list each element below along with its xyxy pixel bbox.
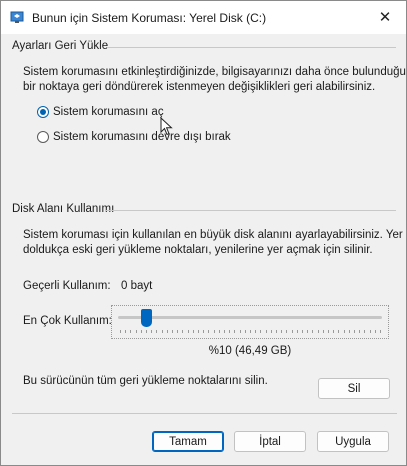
restore-description-2: bir noktaya geri döndürerek istenmeyen d… — [23, 81, 376, 93]
mouse-cursor-icon — [160, 117, 173, 136]
radio-on-label[interactable]: Sistem korumasını aç — [53, 106, 164, 118]
slider-tick — [198, 330, 199, 333]
slider-tick — [317, 330, 319, 333]
disk-description-1: Sistem koruması için kullanılan en büyük… — [23, 229, 403, 241]
slider-tick — [161, 330, 163, 333]
group-divider — [105, 210, 396, 211]
slider-tick — [192, 330, 194, 333]
slider-tick — [307, 330, 309, 333]
system-protection-icon — [10, 11, 24, 23]
slider-tick — [260, 330, 262, 333]
group-divider — [107, 47, 396, 48]
disk-usage-label: Disk Alanı Kullanımı — [12, 203, 115, 215]
slider-tick — [177, 330, 179, 333]
slider-tick — [296, 330, 298, 333]
cancel-button[interactable]: İptal — [234, 431, 306, 452]
slider-tick — [146, 330, 147, 333]
slider-tick — [130, 330, 132, 333]
restore-settings-label: Ayarları Geri Yükle — [12, 40, 109, 52]
slider-tick — [125, 330, 127, 333]
footer-divider — [12, 413, 397, 414]
window-title: Bunun için Sistem Koruması: Yerel Disk (… — [32, 11, 267, 25]
slider-tick — [255, 330, 257, 333]
current-usage-value: 0 bayt — [121, 280, 153, 292]
slider-tick — [182, 330, 184, 333]
cancel-button-label: İptal — [259, 435, 281, 448]
slider-tick — [234, 330, 236, 333]
apply-button[interactable]: Uygula — [317, 431, 389, 452]
slider-tick — [213, 330, 215, 333]
slider-tick — [343, 330, 345, 333]
delete-button[interactable]: Sil — [318, 378, 390, 399]
title-bar: Bunun için Sistem Koruması: Yerel Disk (… — [1, 1, 406, 34]
system-protection-dialog: Bunun için Sistem Koruması: Yerel Disk (… — [0, 0, 407, 466]
delete-points-text: Bu sürücünün tüm geri yükleme noktaların… — [23, 375, 268, 387]
close-icon: ✕ — [378, 9, 392, 26]
slider-tick — [156, 330, 158, 333]
slider-tick — [322, 330, 324, 333]
delete-button-label: Sil — [347, 382, 361, 395]
slider-tick — [187, 330, 189, 333]
slider-tick — [291, 330, 293, 333]
slider-ticks — [120, 330, 381, 334]
slider-tick — [359, 330, 361, 333]
slider-tick — [135, 330, 137, 333]
radio-disable-protection[interactable]: Sistem korumasını devre dışı bırak — [37, 131, 231, 143]
ok-button-label: Tamam — [169, 435, 207, 448]
slider-tick — [239, 330, 241, 333]
close-button[interactable]: ✕ — [370, 3, 400, 31]
slider-tick — [281, 330, 283, 333]
apply-button-label: Uygula — [335, 435, 371, 448]
max-usage-slider[interactable] — [111, 305, 389, 339]
slider-tick — [203, 330, 205, 333]
slider-readout: %10 (46,49 GB) — [208, 345, 292, 357]
radio-off-label[interactable]: Sistem korumasını devre dışı bırak — [53, 131, 231, 143]
radio-enable-protection[interactable]: Sistem korumasını aç — [37, 106, 164, 118]
radio-off-indicator[interactable] — [37, 131, 49, 143]
slider-tick — [380, 330, 381, 333]
slider-tick — [354, 330, 355, 333]
current-usage-label: Geçerli Kullanım: — [23, 280, 111, 292]
slider-tick — [140, 330, 142, 333]
slider-tick — [364, 330, 366, 333]
disk-description-2: doldukça eski geri yükleme noktaları, ye… — [23, 244, 373, 256]
slider-track[interactable] — [118, 316, 382, 319]
slider-tick — [224, 330, 225, 333]
slider-tick — [229, 330, 231, 333]
slider-tick — [312, 330, 314, 333]
slider-tick — [348, 330, 350, 333]
ok-button[interactable]: Tamam — [152, 431, 224, 452]
slider-tick — [250, 330, 251, 333]
slider-tick — [338, 330, 340, 333]
slider-tick — [270, 330, 272, 333]
slider-tick — [166, 330, 168, 333]
slider-tick — [265, 330, 267, 333]
restore-description-1: Sistem korumasını etkinleştirdiğinizde, … — [23, 66, 406, 78]
slider-thumb[interactable] — [140, 309, 152, 327]
slider-tick — [151, 330, 153, 333]
slider-tick — [333, 330, 335, 333]
max-usage-label: En Çok Kullanım: — [23, 315, 112, 327]
slider-tick — [218, 330, 220, 333]
radio-on-indicator[interactable] — [37, 106, 49, 118]
slider-tick — [369, 330, 371, 333]
slider-tick — [302, 330, 303, 333]
slider-tick — [208, 330, 210, 333]
slider-tick — [374, 330, 376, 333]
slider-tick — [286, 330, 288, 333]
slider-tick — [120, 330, 121, 333]
slider-tick — [328, 330, 329, 333]
slider-tick — [172, 330, 173, 333]
slider-tick — [244, 330, 246, 333]
slider-tick — [276, 330, 277, 333]
